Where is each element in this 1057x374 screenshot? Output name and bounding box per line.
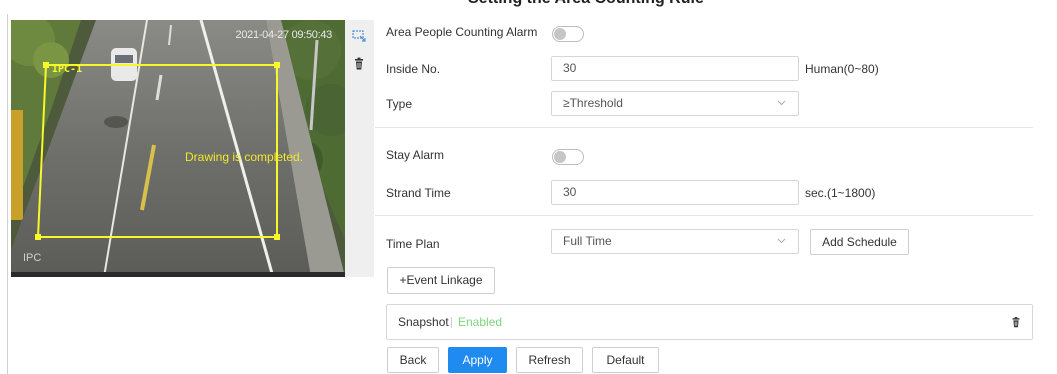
- section-divider: [375, 127, 1033, 128]
- live-video-preview[interactable]: IPC-1 Drawing is completed. 2021-04-27 0…: [11, 20, 345, 277]
- area-people-counting-alarm-toggle[interactable]: [552, 26, 584, 42]
- back-button[interactable]: Back: [387, 347, 439, 373]
- stay-alarm-toggle[interactable]: [552, 149, 584, 165]
- type-label: Type: [386, 97, 413, 111]
- apply-button[interactable]: Apply: [448, 347, 507, 373]
- inside-no-range-hint: Human(0~80): [805, 62, 879, 76]
- inside-no-label: Inside No.: [386, 62, 441, 76]
- add-schedule-button[interactable]: Add Schedule: [810, 229, 909, 255]
- drawing-toolbar: [345, 20, 374, 277]
- type-select[interactable]: ≥Threshold: [551, 91, 799, 116]
- snapshot-status: Enabled: [458, 315, 503, 329]
- snapshot-label: Snapshot: [398, 315, 449, 329]
- osd-channel-label: IPC: [23, 252, 42, 264]
- toggle-knob: [554, 28, 566, 40]
- default-button[interactable]: Default: [592, 347, 659, 373]
- strand-time-input[interactable]: 30: [551, 180, 799, 205]
- time-plan-select[interactable]: Full Time: [551, 229, 799, 254]
- type-select-value: ≥Threshold: [563, 96, 623, 110]
- refresh-button[interactable]: Refresh: [516, 347, 583, 373]
- inside-no-input[interactable]: 30: [551, 56, 799, 81]
- snapshot-separator: [451, 317, 452, 328]
- snapshot-linkage-item: Snapshot Enabled: [386, 304, 1033, 340]
- rule-name-label: IPC-1: [52, 64, 83, 75]
- osd-timestamp: 2021-04-27 09:50:43: [235, 29, 333, 41]
- area-people-counting-alarm-label: Area People Counting Alarm: [386, 25, 538, 39]
- stay-alarm-label: Stay Alarm: [386, 148, 445, 162]
- strand-time-range-hint: sec.(1~1800): [805, 186, 876, 200]
- draw-area-icon[interactable]: [352, 29, 366, 43]
- trash-icon[interactable]: [1010, 316, 1022, 329]
- page-title: Setting the Area Counting Rule: [468, 0, 704, 8]
- section-divider: [375, 215, 1033, 216]
- time-plan-label: Time Plan: [386, 237, 440, 251]
- time-plan-select-value: Full Time: [563, 234, 612, 248]
- trash-icon[interactable]: [352, 57, 366, 71]
- drawing-status-message: Drawing is completed.: [185, 150, 304, 164]
- toggle-knob: [554, 151, 566, 163]
- left-divider: [7, 14, 8, 374]
- road-scene: [11, 20, 345, 277]
- chevron-down-icon: [777, 238, 786, 244]
- video-bottom-bar: [11, 272, 345, 277]
- event-linkage-button[interactable]: +Event Linkage: [387, 267, 495, 294]
- chevron-down-icon: [777, 100, 786, 106]
- strand-time-label: Strand Time: [386, 186, 451, 200]
